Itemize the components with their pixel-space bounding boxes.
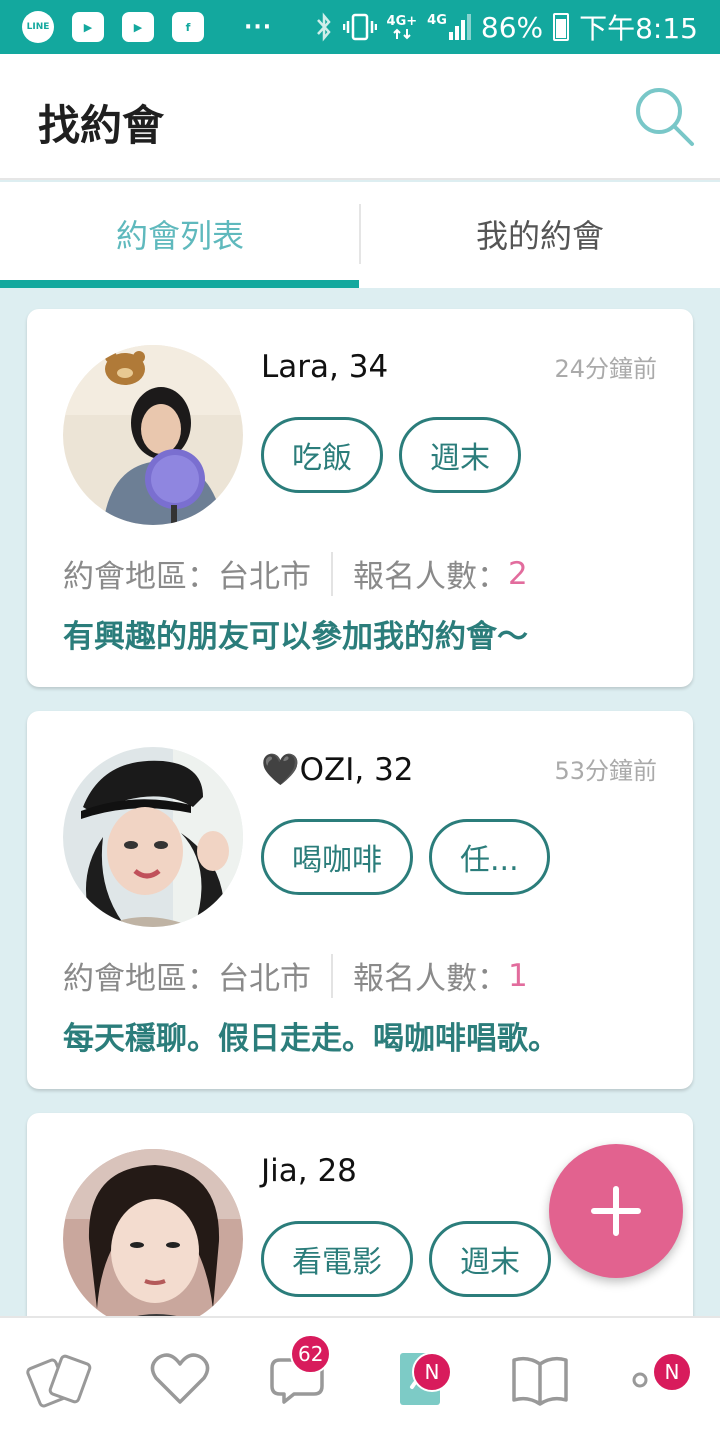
bluetooth-icon — [316, 12, 331, 42]
nav-cards[interactable] — [0, 1318, 120, 1440]
more-icon — [632, 1372, 648, 1388]
book-icon — [512, 1356, 568, 1406]
signal-bars-icon — [448, 14, 471, 40]
battery-icon — [553, 13, 570, 41]
create-date-button[interactable] — [549, 1144, 683, 1278]
avatar[interactable] — [63, 747, 243, 927]
area-value: 台北市 — [218, 559, 311, 595]
plus-icon — [591, 1186, 641, 1236]
area-label: 約會地區： — [63, 961, 218, 997]
tab-bar: 約會列表 我的約會 — [0, 182, 720, 288]
heart-icon — [150, 1353, 210, 1404]
avatar[interactable] — [63, 1149, 243, 1329]
date-info: 約會地區： 台北市 報名人數： 1 — [63, 953, 528, 998]
area-value: 台北市 — [218, 961, 311, 997]
chat-badge: 62 — [290, 1334, 332, 1374]
vibrate-icon — [342, 13, 377, 41]
tag-list: 喝咖啡 任... — [261, 819, 550, 895]
tag-list: 看電影 週末 — [261, 1221, 551, 1297]
signup-count: 1 — [508, 957, 528, 994]
signup-label: 報名人數： — [353, 961, 508, 997]
post-time: 24分鐘前 — [554, 355, 657, 383]
user-name: 🖤OZI, 32 — [261, 752, 414, 788]
bottom-nav: 62 N N — [0, 1316, 720, 1440]
status-bar: LINE ▶ ▶ f ··· 4G+ 4G 86% 下午8:15 — [0, 0, 720, 54]
facebook-app-icon: f — [172, 12, 204, 42]
nav-more[interactable]: N — [600, 1318, 720, 1440]
active-tab-indicator — [0, 280, 359, 288]
info-divider — [331, 953, 333, 998]
tag[interactable]: 週末 — [429, 1221, 551, 1297]
tag[interactable]: 任... — [429, 819, 550, 895]
cards-icon — [26, 1354, 92, 1408]
dating-badge: N — [412, 1352, 452, 1392]
tag[interactable]: 看電影 — [261, 1221, 413, 1297]
nav-likes[interactable] — [120, 1318, 240, 1440]
more-notifications-icon: ··· — [244, 14, 273, 40]
search-icon — [636, 88, 694, 146]
signal-indicator: 4G — [427, 14, 471, 40]
date-card[interactable]: 🖤OZI, 32 53分鐘前 喝咖啡 任... 約會地區： 台北市 報名人數： … — [27, 711, 693, 1089]
date-card[interactable]: Lara, 34 24分鐘前 吃飯 週末 約會地區： 台北市 報名人數： 2 有… — [27, 309, 693, 687]
user-name: Lara, 34 — [261, 349, 389, 385]
tag[interactable]: 週末 — [399, 417, 521, 493]
page-title: 找約會 — [38, 101, 165, 150]
post-time: 53分鐘前 — [554, 757, 657, 785]
date-description: 每天穩聊。假日走走。喝咖啡唱歌。 — [63, 1021, 559, 1057]
nav-dating[interactable]: N — [360, 1318, 480, 1440]
tab-my-dates[interactable]: 我的約會 — [360, 182, 720, 286]
nav-chat[interactable]: 62 — [240, 1318, 360, 1440]
clock: 下午8:15 — [579, 12, 698, 45]
youtube-app-icon-2: ▶ — [122, 12, 154, 42]
nav-diary[interactable] — [480, 1318, 600, 1440]
network-indicator: 4G+ — [387, 15, 417, 40]
date-info: 約會地區： 台北市 報名人數： 2 — [63, 551, 528, 596]
data-arrows-icon — [393, 28, 411, 39]
tag-list: 吃飯 週末 — [261, 417, 521, 493]
area-label: 約會地區： — [63, 559, 218, 595]
signup-count: 2 — [508, 555, 528, 592]
app-bar: 找約會 — [0, 54, 720, 180]
avatar[interactable] — [63, 345, 243, 525]
tag[interactable]: 喝咖啡 — [261, 819, 413, 895]
date-description: 有興趣的朋友可以參加我的約會～ — [63, 619, 528, 655]
search-button[interactable] — [632, 84, 698, 150]
tab-date-list[interactable]: 約會列表 — [0, 182, 360, 286]
more-badge: N — [652, 1352, 692, 1392]
tag[interactable]: 吃飯 — [261, 417, 383, 493]
line-app-icon: LINE — [22, 11, 54, 43]
youtube-app-icon: ▶ — [72, 12, 104, 42]
signup-label: 報名人數： — [353, 559, 508, 595]
user-name: Jia, 28 — [261, 1153, 357, 1189]
info-divider — [331, 551, 333, 596]
battery-percent: 86% — [480, 10, 544, 44]
